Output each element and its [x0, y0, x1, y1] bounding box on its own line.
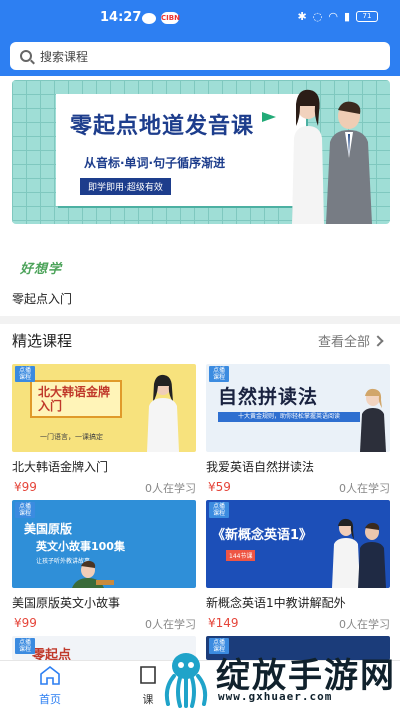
- live-course-tag: 点播课程: [209, 502, 229, 518]
- thumb-badge: 144节课: [226, 550, 256, 561]
- system-icons: ✱ ◌ ◠ ▮ 71: [297, 10, 378, 23]
- chat-icon: [142, 13, 156, 24]
- signal-icon: ▮: [343, 10, 350, 23]
- status-bar: 14:27 CIBN ✱ ◌ ◠ ▮ 71: [0, 10, 400, 30]
- thumb-subtitle: 英文小故事100集: [36, 540, 125, 553]
- thumb-title: 美国原版: [24, 522, 73, 536]
- battery-icon: 71: [356, 11, 378, 22]
- course-price: ¥149: [208, 616, 239, 630]
- watermark-url: www.gxhuaer.com: [218, 690, 333, 703]
- search-placeholder: 搜索课程: [40, 49, 89, 64]
- instructor-image: [147, 374, 179, 452]
- course-name: 我爱英语自然拼读法: [206, 460, 315, 474]
- nav-home[interactable]: 首页: [20, 665, 80, 707]
- mute-icon: ◌: [312, 10, 323, 23]
- course-price: ¥99: [14, 480, 37, 494]
- view-all-link[interactable]: 查看全部: [318, 331, 382, 350]
- nav-home-label: 首页: [39, 693, 61, 706]
- watermark: 绽放手游网 www.gxhuaer.com: [154, 640, 400, 711]
- paper-plane-icon: [262, 112, 276, 122]
- section-divider: [0, 316, 400, 324]
- course-thumbnail: 自然拼读法 十大黄金规则，助你轻松掌握英语阅读: [206, 364, 390, 452]
- home-icon: [40, 665, 60, 685]
- wifi-icon: ◠: [328, 10, 338, 23]
- instructor-image: [360, 388, 386, 452]
- course-thumbnail: 美国原版 英文小故事100集 让孩子听外教讲故事: [12, 500, 196, 588]
- live-course-tag: 点播课程: [15, 638, 35, 654]
- course-thumbnail: 《新概念英语1》 144节课: [206, 500, 390, 588]
- search-input[interactable]: 搜索课程: [10, 42, 390, 70]
- thumb-footnote: 一门语言，一课搞定: [40, 433, 103, 441]
- banner-subtitle: 从音标·单词·句子循序渐进: [84, 156, 226, 170]
- course-learners: 0人在学习: [339, 618, 390, 631]
- instructor-image: [72, 560, 114, 588]
- course-price: ¥99: [14, 616, 37, 630]
- live-course-tag: 点播课程: [15, 502, 35, 518]
- quick-entry-beginner[interactable]: 零起点入门: [12, 290, 72, 307]
- top-bar: 14:27 CIBN ✱ ◌ ◠ ▮ 71 搜索课程: [0, 0, 400, 76]
- course-name: 北大韩语金牌入门: [12, 460, 109, 474]
- course-learners: 0人在学习: [145, 482, 196, 495]
- octopus-logo-icon: [164, 653, 208, 708]
- course-learners: 0人在学习: [339, 482, 390, 495]
- banner-title: 零起点地道发音课: [70, 114, 255, 139]
- teacher-man-image: [326, 101, 372, 224]
- live-course-tag: 点播课程: [209, 366, 229, 382]
- brand-logo: 好想学: [20, 262, 63, 277]
- course-price: ¥59: [208, 480, 231, 494]
- thumb-title: 零起点: [32, 648, 72, 660]
- search-icon: [20, 50, 32, 62]
- thumb-bar: 十大黄金规则，助你轻松掌握英语阅读: [218, 412, 360, 422]
- status-time: 14:27: [100, 10, 142, 25]
- course-name: 新概念英语1中教讲解配外: [206, 596, 346, 610]
- notification-badge: CIBN: [161, 12, 180, 24]
- bluetooth-icon: ✱: [297, 10, 307, 23]
- live-course-tag: 点播课程: [15, 366, 35, 382]
- thumb-title: 自然拼读法: [218, 386, 319, 408]
- promo-banner[interactable]: 零起点地道发音课 从音标·单词·句子循序渐进 即学即用·超级有效: [12, 80, 390, 224]
- course-name: 美国原版英文小故事: [12, 596, 121, 610]
- course-thumbnail: 北大韩语金牌入门 一门语言，一课搞定: [12, 364, 196, 452]
- thumb-title: 《新概念英语1》: [212, 528, 313, 543]
- instructor-image: [332, 518, 386, 588]
- course-learners: 0人在学习: [145, 618, 196, 631]
- section-title: 精选课程: [12, 332, 73, 350]
- thumb-title: 北大韩语金牌入门: [30, 380, 122, 418]
- teacher-woman-image: [292, 89, 324, 224]
- banner-tag: 即学即用·超级有效: [80, 178, 171, 195]
